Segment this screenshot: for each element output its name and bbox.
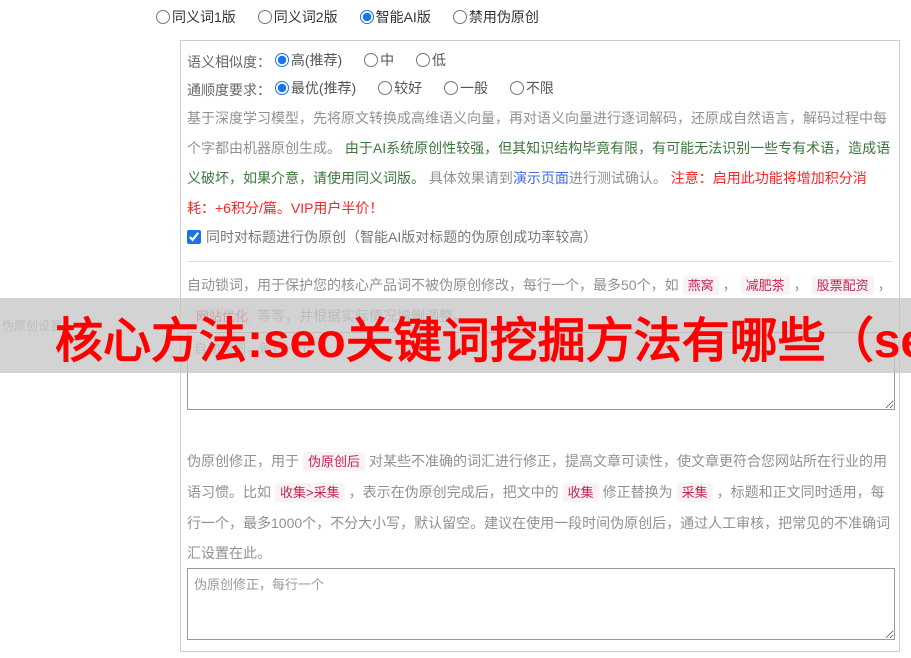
version-option-ai[interactable]: 智能AI版 bbox=[359, 7, 431, 27]
correction-term: 收集>采集 bbox=[275, 483, 345, 502]
fluency-requirement-row: 通顺度要求： 最优(推荐) 较好 一般 不限 bbox=[187, 77, 893, 99]
semantic-option-label: 低 bbox=[432, 52, 446, 68]
form-row-label-pseudo-settings: 伪原创设置 bbox=[2, 319, 63, 333]
lock-words-separator: ， bbox=[793, 277, 808, 293]
correction-text: ，表示在伪原创完成后，把文中的 bbox=[348, 484, 559, 500]
correction-term: 伪原创后 bbox=[303, 452, 366, 471]
version-option-label: 禁用伪原创 bbox=[468, 9, 539, 25]
semantic-option-low[interactable]: 低 bbox=[416, 49, 446, 71]
title-pseudo-checkbox[interactable] bbox=[187, 230, 201, 244]
version-radio-synonym1[interactable] bbox=[156, 10, 170, 24]
version-radio-synonym2[interactable] bbox=[257, 10, 272, 24]
version-radio-group: 同义词1版 同义词2版 智能AI版 禁用伪原创 bbox=[156, 7, 561, 27]
correction-term: 收集 bbox=[562, 483, 599, 502]
fluency-option-normal[interactable]: 一般 bbox=[444, 77, 488, 99]
fluency-option-label: 最优(推荐) bbox=[290, 80, 357, 96]
correction-term: 采集 bbox=[676, 483, 713, 502]
title-pseudo-checkbox-row[interactable]: 同时对标题进行伪原创（智能AI版对标题的伪原创成功率较高） bbox=[187, 227, 893, 247]
lock-words-text-end: 等等，并根据实际情况增删调整。 bbox=[257, 308, 468, 324]
lock-words-separator: ， bbox=[722, 277, 737, 293]
version-option-label: 同义词2版 bbox=[273, 9, 338, 25]
fluency-option-best[interactable]: 最优(推荐) bbox=[274, 77, 357, 99]
semantic-similarity-label: 语义相似度： bbox=[187, 54, 271, 70]
fluency-radio-good[interactable] bbox=[378, 81, 393, 95]
fluency-radio-best[interactable] bbox=[274, 81, 289, 95]
version-option-synonym1[interactable]: 同义词1版 bbox=[156, 7, 236, 27]
settings-panel: 语义相似度： 高(推荐) 中 低 通顺度要求： 最优(推荐) 较好 一般 不限 … bbox=[180, 40, 900, 652]
lock-words-text: 自动锁词，用于保护您的核心产品词不被伪原创修改，每行一个，最多50个，如 bbox=[187, 277, 679, 293]
fluency-requirement-label: 通顺度要求： bbox=[187, 82, 271, 98]
title-pseudo-checkbox-label: 同时对标题进行伪原创（智能AI版对标题的伪原创成功率较高） bbox=[206, 229, 598, 245]
semantic-radio-medium[interactable] bbox=[364, 53, 379, 67]
description-effect-prefix: 具体效果请到 bbox=[428, 170, 513, 186]
fluency-option-unlimited[interactable]: 不限 bbox=[509, 77, 554, 99]
section-divider bbox=[187, 261, 893, 262]
lock-words-description: 自动锁词，用于保护您的核心产品词不被伪原创修改，每行一个，最多50个，如 燕窝，减… bbox=[187, 270, 893, 332]
fluency-radio-unlimited[interactable] bbox=[509, 81, 524, 95]
semantic-similarity-row: 语义相似度： 高(推荐) 中 低 bbox=[187, 49, 893, 71]
semantic-option-label: 中 bbox=[380, 52, 395, 68]
pseudo-original-settings-page: { "sidebar_label": "伪原创设置", "top_version… bbox=[0, 0, 911, 658]
correction-text: 伪原创修正，用于 bbox=[187, 453, 299, 469]
demo-page-link[interactable]: 演示页面 bbox=[513, 170, 569, 186]
fluency-option-label: 较好 bbox=[394, 80, 423, 96]
version-radio-disable[interactable] bbox=[452, 10, 467, 24]
ai-version-description: 基于深度学习模型，先将原文转换成高维语义向量，再对语义向量进行逐词解码，还原成自… bbox=[187, 103, 893, 223]
fluency-option-label: 不限 bbox=[525, 80, 554, 96]
version-option-label: 智能AI版 bbox=[375, 9, 431, 25]
version-radio-ai[interactable] bbox=[359, 10, 374, 24]
lock-words-separator: ， bbox=[877, 277, 892, 293]
lock-word-example: 燕窝 bbox=[682, 276, 719, 295]
correction-description: 伪原创修正，用于 伪原创后 对某些不准确的词汇进行修正，提高文章可读性，使文章更符合… bbox=[187, 446, 893, 568]
semantic-radio-low[interactable] bbox=[416, 53, 430, 67]
lock-word-example: 减肥茶 bbox=[740, 276, 790, 295]
fluency-option-label: 一般 bbox=[460, 80, 488, 96]
semantic-radio-high[interactable] bbox=[274, 53, 289, 67]
lock-word-example: 网站优化 bbox=[191, 307, 254, 326]
fluency-radio-normal[interactable] bbox=[444, 81, 458, 95]
semantic-option-label: 高(推荐) bbox=[290, 52, 343, 68]
description-effect-suffix: 进行测试确认。 bbox=[568, 170, 667, 186]
version-option-label: 同义词1版 bbox=[172, 9, 236, 25]
lock-word-example: 股票配资 bbox=[811, 276, 874, 295]
semantic-option-medium[interactable]: 中 bbox=[364, 49, 394, 71]
lock-words-textarea[interactable] bbox=[187, 332, 895, 410]
correction-textarea[interactable] bbox=[187, 568, 895, 640]
correction-text: 修正替换为 bbox=[602, 484, 673, 500]
fluency-option-good[interactable]: 较好 bbox=[378, 77, 422, 99]
version-option-synonym2[interactable]: 同义词2版 bbox=[257, 7, 338, 27]
semantic-option-high[interactable]: 高(推荐) bbox=[274, 49, 343, 71]
version-option-disable[interactable]: 禁用伪原创 bbox=[452, 7, 539, 27]
